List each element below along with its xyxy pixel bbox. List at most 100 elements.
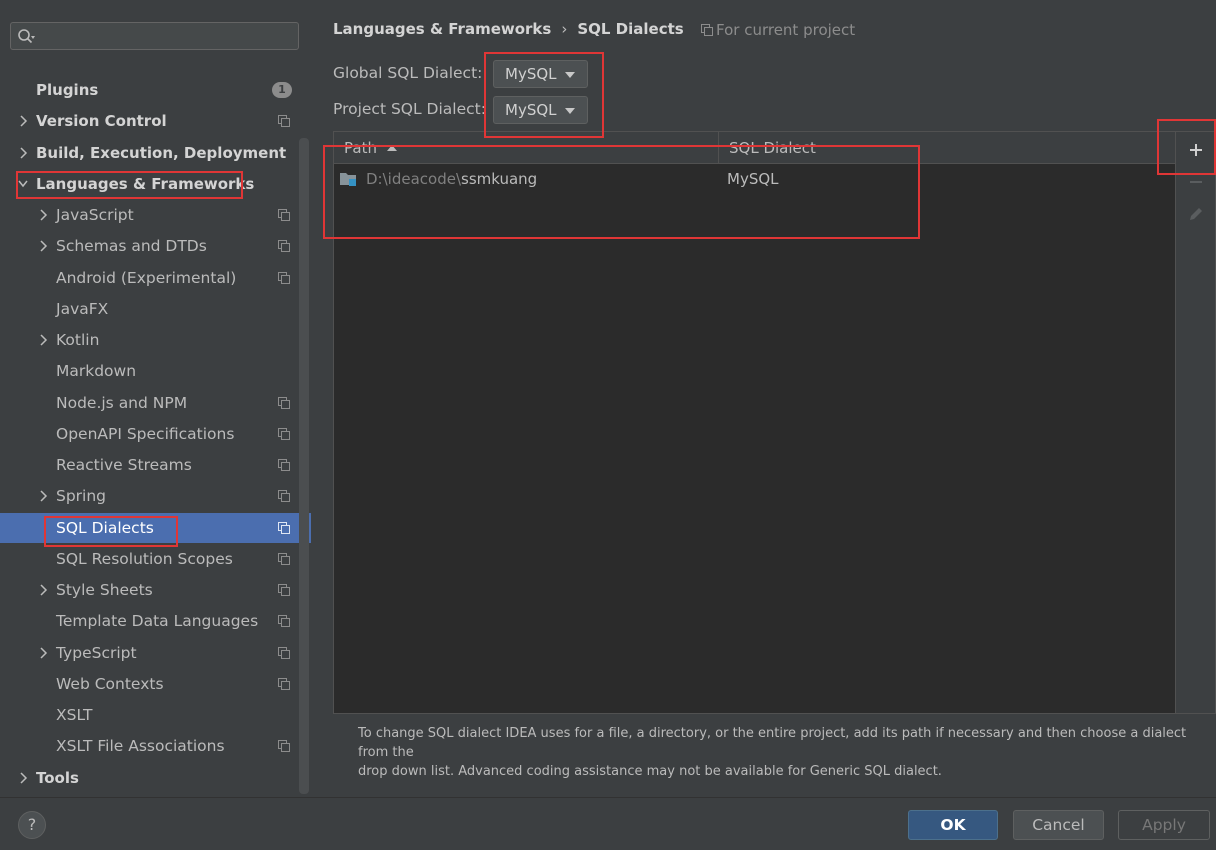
sidebar-item-label: Template Data Languages bbox=[56, 612, 259, 630]
column-header-path[interactable]: Path bbox=[344, 139, 398, 157]
sidebar-item-label: Node.js and NPM bbox=[56, 394, 188, 412]
scope-note: For current project bbox=[701, 21, 855, 39]
sidebar-item[interactable]: Build, Execution, Deployment bbox=[0, 138, 299, 168]
sidebar-item-label: Kotlin bbox=[56, 331, 100, 349]
sidebar-item[interactable]: Style Sheets bbox=[0, 575, 299, 605]
sidebar-item[interactable]: Kotlin bbox=[0, 325, 299, 355]
row-path-prefix: D:\ideacode\ bbox=[366, 170, 461, 188]
column-header-path-label: Path bbox=[344, 139, 377, 157]
chevron-right-icon[interactable] bbox=[38, 647, 48, 659]
breadcrumb-current: SQL Dialects bbox=[577, 20, 684, 38]
project-level-icon bbox=[278, 522, 290, 534]
chevron-right-icon[interactable] bbox=[38, 490, 48, 502]
sidebar-item[interactable]: SQL Dialects bbox=[0, 513, 311, 543]
hint-line-2: drop down list. Advanced coding assistan… bbox=[358, 764, 942, 779]
sidebar-item-label: XSLT File Associations bbox=[56, 737, 225, 755]
row-path-name: ssmkuang bbox=[461, 170, 538, 188]
ok-button[interactable]: OK bbox=[908, 810, 998, 840]
sidebar-item[interactable]: SQL Resolution Scopes bbox=[0, 544, 299, 574]
remove-icon[interactable] bbox=[1186, 172, 1206, 192]
column-divider[interactable] bbox=[718, 132, 719, 163]
sidebar-item-label: SQL Resolution Scopes bbox=[56, 550, 233, 568]
sidebar-item-label: Style Sheets bbox=[56, 581, 153, 599]
row-dialect[interactable]: MySQL bbox=[727, 170, 779, 188]
sidebar-item-label: Markdown bbox=[56, 362, 137, 380]
sidebar-item[interactable]: Plugins 1 bbox=[0, 75, 299, 105]
project-level-icon bbox=[278, 553, 290, 565]
chevron-right-icon[interactable] bbox=[38, 240, 48, 252]
project-scope-icon bbox=[701, 24, 713, 36]
chevron-right-icon[interactable] bbox=[18, 147, 28, 159]
table-toolbar bbox=[1176, 131, 1216, 714]
project-level-icon bbox=[278, 740, 290, 752]
sidebar-item-label: JavaFX bbox=[56, 300, 109, 318]
project-level-icon bbox=[278, 678, 290, 690]
sidebar-scrollbar[interactable] bbox=[299, 138, 309, 794]
edit-pencil-icon[interactable] bbox=[1186, 204, 1206, 224]
chevron-down-icon bbox=[565, 108, 575, 114]
project-level-icon bbox=[278, 209, 290, 221]
search-input[interactable] bbox=[41, 26, 295, 48]
dialog-footer: ? OK Cancel Apply bbox=[0, 797, 1216, 850]
breadcrumb-separator: › bbox=[561, 20, 568, 38]
update-count-badge: 1 bbox=[272, 82, 292, 98]
column-header-dialect[interactable]: SQL Dialect bbox=[729, 139, 816, 157]
help-hint-text: To change SQL dialect IDEA uses for a fi… bbox=[358, 724, 1208, 781]
project-level-icon bbox=[278, 115, 290, 127]
settings-search-field[interactable] bbox=[10, 22, 299, 50]
chevron-right-icon[interactable] bbox=[18, 772, 28, 784]
sidebar-item-label: XSLT bbox=[56, 706, 93, 724]
search-icon bbox=[18, 29, 35, 44]
chevron-right-icon[interactable] bbox=[38, 334, 48, 346]
scope-note-text: For current project bbox=[716, 21, 856, 39]
sidebar-item-label: Tools bbox=[36, 769, 79, 787]
project-level-icon bbox=[278, 490, 290, 502]
settings-sidebar: Plugins 1 Version Control Build, Execution,… bbox=[0, 0, 311, 797]
sidebar-item[interactable]: TypeScript bbox=[0, 638, 299, 668]
sidebar-item-label: TypeScript bbox=[56, 644, 137, 662]
sidebar-item-label: JavaScript bbox=[56, 206, 134, 224]
chevron-right-icon[interactable] bbox=[18, 115, 28, 127]
project-level-icon bbox=[278, 459, 290, 471]
project-level-icon bbox=[278, 272, 290, 284]
table-header: Path SQL Dialect bbox=[334, 132, 1175, 164]
sidebar-item[interactable]: Android (Experimental) bbox=[0, 263, 299, 293]
sidebar-item[interactable]: Reactive Streams bbox=[0, 450, 299, 480]
sidebar-item[interactable]: XSLT bbox=[0, 700, 299, 730]
project-dialect-label: Project SQL Dialect: bbox=[333, 100, 486, 118]
sidebar-item[interactable]: Schemas and DTDs bbox=[0, 231, 299, 261]
sidebar-item[interactable]: JavaScript bbox=[0, 200, 299, 230]
sidebar-item[interactable]: Tools bbox=[0, 763, 299, 793]
project-level-icon bbox=[278, 647, 290, 659]
project-dialect-combo[interactable]: MySQL bbox=[493, 96, 588, 124]
add-icon[interactable] bbox=[1186, 140, 1206, 160]
sidebar-item[interactable]: Version Control bbox=[0, 106, 299, 136]
breadcrumb-parent[interactable]: Languages & Frameworks bbox=[333, 20, 551, 38]
apply-button[interactable]: Apply bbox=[1118, 810, 1210, 840]
global-dialect-combo[interactable]: MySQL bbox=[493, 60, 588, 88]
sidebar-item[interactable]: Template Data Languages bbox=[0, 606, 299, 636]
project-level-icon bbox=[278, 428, 290, 440]
sidebar-item[interactable]: XSLT File Associations bbox=[0, 731, 299, 761]
sidebar-item[interactable]: Languages & Frameworks bbox=[0, 169, 299, 199]
project-level-icon bbox=[278, 615, 290, 627]
cancel-button[interactable]: Cancel bbox=[1013, 810, 1104, 840]
chevron-right-icon[interactable] bbox=[38, 209, 48, 221]
sidebar-item-label: Web Contexts bbox=[56, 675, 164, 693]
sidebar-item[interactable]: Web Contexts bbox=[0, 669, 299, 699]
sidebar-item-label: Languages & Frameworks bbox=[36, 175, 255, 193]
sidebar-item[interactable]: OpenAPI Specifications bbox=[0, 419, 299, 449]
chevron-down-icon[interactable] bbox=[18, 178, 28, 190]
sidebar-item[interactable]: Markdown bbox=[0, 356, 299, 386]
sidebar-item[interactable]: Spring bbox=[0, 481, 299, 511]
path-dialect-table: Path SQL Dialect D:\ideacode\ssmkuang My… bbox=[333, 131, 1176, 714]
help-button[interactable]: ? bbox=[18, 811, 46, 839]
sidebar-item[interactable]: JavaFX bbox=[0, 294, 299, 324]
project-level-icon bbox=[278, 397, 290, 409]
chevron-right-icon[interactable] bbox=[38, 584, 48, 596]
sidebar-item[interactable]: Node.js and NPM bbox=[0, 388, 299, 418]
sidebar-item-label: Plugins bbox=[36, 81, 99, 99]
table-row[interactable]: D:\ideacode\ssmkuang MySQL bbox=[334, 164, 1175, 194]
sql-dialects-panel: Languages & Frameworks › SQL Dialects For … bbox=[311, 0, 1216, 797]
sidebar-item-label: Version Control bbox=[36, 112, 167, 130]
